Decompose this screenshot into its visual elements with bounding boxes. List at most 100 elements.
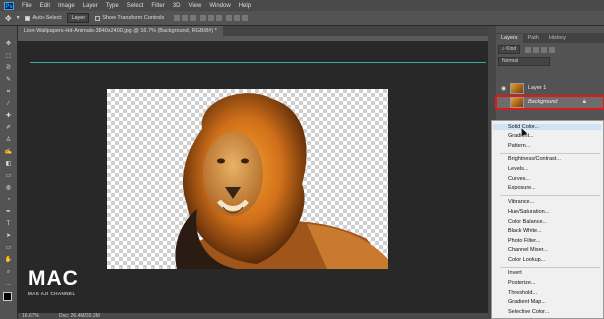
menu-item-hue-saturation[interactable]: Hue/Saturation... <box>508 209 549 215</box>
menu-item-posterize[interactable]: Posterize... <box>508 280 536 286</box>
hand-tool-icon[interactable]: ✋ <box>4 256 13 264</box>
filter-shape-icon[interactable] <box>549 46 556 53</box>
menu-item-threshold[interactable]: Threshold... <box>508 290 537 296</box>
menu-help[interactable]: Help <box>239 3 251 9</box>
eraser-tool-icon[interactable]: ◧ <box>4 160 13 168</box>
watermark-subtitle: MAS AJI CHANNEL <box>28 291 76 296</box>
gradient-tool-icon[interactable]: ▭ <box>4 172 13 180</box>
align-right-icon[interactable] <box>216 15 223 21</box>
zoom-level[interactable]: 16.67% <box>22 313 39 319</box>
distribute-icon[interactable] <box>226 15 233 21</box>
menu-select[interactable]: Select <box>127 3 144 9</box>
menu-item-color-lookup[interactable]: Color Lookup... <box>508 257 545 263</box>
auto-select-label: Auto-Select: <box>32 15 63 21</box>
blur-tool-icon[interactable]: ◍ <box>4 184 13 192</box>
eye-icon[interactable]: ◉ <box>501 85 506 92</box>
kind-label: Kind <box>506 46 517 52</box>
zoom-tool-icon[interactable]: ⌕ <box>4 268 13 276</box>
menu-file[interactable]: File <box>22 3 32 9</box>
layer-thumbnail <box>510 83 524 94</box>
brush-tool-icon[interactable]: ✐ <box>4 124 13 132</box>
menu-separator <box>500 153 600 154</box>
photoshop-logo: Ps <box>4 1 14 10</box>
marquee-tool-icon[interactable]: ⬚ <box>4 52 13 60</box>
document-canvas[interactable] <box>107 89 388 269</box>
filter-pixel-icon[interactable] <box>525 46 532 53</box>
filter-adjustment-icon[interactable] <box>533 46 540 53</box>
menu-filter[interactable]: Filter <box>151 3 164 9</box>
healing-tool-icon[interactable]: ✚ <box>4 112 13 120</box>
menu-layer[interactable]: Layer <box>83 3 98 9</box>
tab-path[interactable]: Path <box>523 34 544 43</box>
menu-separator <box>500 195 600 196</box>
type-tool-icon[interactable]: T <box>4 220 13 228</box>
menu-item-invert[interactable]: Invert <box>508 270 522 276</box>
shape-tool-icon[interactable]: ▭ <box>4 244 13 252</box>
menu-window[interactable]: Window <box>209 3 230 9</box>
blend-mode-dropdown[interactable]: Normal <box>498 57 550 66</box>
align-middle-icon[interactable] <box>182 15 189 21</box>
align-left-icon[interactable] <box>200 15 207 21</box>
filter-type-icon[interactable] <box>541 46 548 53</box>
layer-name: Background <box>528 99 558 105</box>
menu-type[interactable]: Type <box>106 3 119 9</box>
more-tools-icon[interactable]: … <box>4 280 13 288</box>
eyedropper-tool-icon[interactable]: ⁄ <box>4 100 13 108</box>
menu-item-brightness-contrast[interactable]: Brightness/Contrast... <box>508 156 561 162</box>
blend-mode-row: Normal <box>498 57 602 66</box>
pen-tool-icon[interactable]: ✒ <box>4 208 13 216</box>
document-tab[interactable]: Lion-Wallpapers-Hd-Animals-3840x2400.jpg… <box>18 26 223 36</box>
menu-view[interactable]: View <box>188 3 201 9</box>
auto-select-dropdown[interactable]: Layer <box>67 13 90 23</box>
layer-row[interactable]: ◉ Layer 1 <box>496 82 604 95</box>
menu-item-curves[interactable]: Curves... <box>508 176 530 182</box>
foreground-color-swatch[interactable] <box>3 292 12 301</box>
menu-item-color-balance[interactable]: Color Balance... <box>508 219 547 225</box>
lion-image <box>175 93 388 269</box>
align-bottom-icon[interactable] <box>190 15 197 21</box>
menu-item-photo-filter[interactable]: Photo Filter... <box>508 238 540 244</box>
history-brush-icon[interactable]: ✍ <box>4 148 13 156</box>
show-transform-label: Show Transform Controls <box>102 15 165 21</box>
menu-item-black-white[interactable]: Black White... <box>508 228 542 234</box>
move-tool-icon[interactable]: ✥ <box>5 14 12 23</box>
stamp-tool-icon[interactable]: ♙ <box>4 136 13 144</box>
dodge-tool-icon[interactable]: ◔ <box>4 196 13 204</box>
crop-tool-icon[interactable]: ⌗ <box>4 88 13 96</box>
quick-select-tool-icon[interactable]: ✎ <box>4 76 13 84</box>
chevron-down-icon[interactable]: ▾ <box>17 15 20 21</box>
menu-item-solid-color[interactable]: Solid Color... <box>493 124 601 130</box>
path-select-tool-icon[interactable]: ➤ <box>4 232 13 240</box>
menu-item-gradient-map[interactable]: Gradient Map... <box>508 299 546 305</box>
tab-layers[interactable]: Layers <box>496 34 523 43</box>
menu-edit[interactable]: Edit <box>40 3 50 9</box>
menu-item-exposure[interactable]: Exposure... <box>508 185 536 191</box>
kind-filter-dropdown[interactable]: ⌕ Kind <box>498 45 521 54</box>
align-center-icon[interactable] <box>208 15 215 21</box>
menu-3d[interactable]: 3D <box>173 3 181 9</box>
menu-item-vibrance[interactable]: Vibrance... <box>508 199 534 205</box>
adjustment-layer-menu: Solid Color... Gradient... Pattern... Br… <box>491 120 604 319</box>
guide-line[interactable] <box>30 62 486 63</box>
move-tool-icon[interactable]: ✥ <box>4 40 13 48</box>
doc-size: Doc: 26.4M/30.3M <box>58 313 100 319</box>
menu-item-selective-color[interactable]: Selective Color... <box>508 309 549 315</box>
lasso-tool-icon[interactable]: ᘐ <box>4 64 13 72</box>
layer-row-background[interactable]: Background 🔒︎ <box>495 95 604 110</box>
align-top-icon[interactable] <box>174 15 181 21</box>
lock-icon[interactable]: 🔒︎ <box>583 99 586 106</box>
menu-item-channel-mixer[interactable]: Channel Mixer... <box>508 247 548 253</box>
auto-select-checkbox[interactable] <box>25 15 31 21</box>
menu-bar: Ps File Edit Image Layer Type Select Fil… <box>0 0 604 11</box>
tab-history[interactable]: History <box>544 34 571 43</box>
show-transform-checkbox[interactable] <box>95 15 101 21</box>
menu-item-pattern[interactable]: Pattern... <box>508 143 530 149</box>
distribute-icon[interactable] <box>242 15 249 21</box>
layer-filter-row: ⌕ Kind <box>498 45 602 54</box>
menu-item-levels[interactable]: Levels... <box>508 166 528 172</box>
options-bar: ✥ ▾ Auto-Select: Layer Show Transform Co… <box>0 11 604 26</box>
menu-image[interactable]: Image <box>58 3 75 9</box>
distribute-icon[interactable] <box>234 15 241 21</box>
tools-panel: ✥ ⬚ ᘐ ✎ ⌗ ⁄ ✚ ✐ ♙ ✍ ◧ ▭ ◍ ◔ ✒ T ➤ ▭ ✋ ⌕ … <box>0 26 18 319</box>
menu-separator <box>500 267 600 268</box>
